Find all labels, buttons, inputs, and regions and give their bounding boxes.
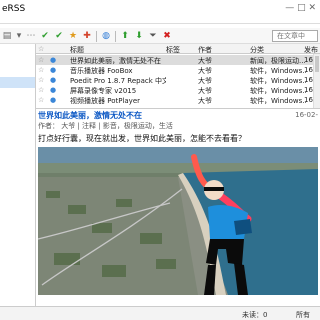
sidebar-item[interactable] <box>0 77 35 88</box>
article-view-title[interactable]: 世界如此美丽，激情无处不在 <box>38 110 142 121</box>
aerial-photo <box>38 147 318 295</box>
sidebar-item[interactable] <box>0 88 35 99</box>
article-title: 视频播放器 PotPlayer <box>70 97 141 105</box>
article-row[interactable]: ☆ ● 世界如此美丽，激情无处不在 大爷 新闻，极限运动... 16-02 <box>36 55 320 65</box>
down-icon[interactable]: ⬇ <box>134 31 144 41</box>
sidebar-item[interactable] <box>0 187 35 198</box>
feed-drop-icon: ● <box>50 86 57 94</box>
article-view: 世界如此美丽，激情无处不在 16-02- 作者： 大爷 | 注释 | 影音，极限… <box>36 108 320 306</box>
sidebar-item[interactable] <box>0 110 35 121</box>
article-list-header: ☆ 标题 标签 作者 分类 发布 <box>36 44 320 54</box>
star-outline-icon[interactable]: ☆ <box>38 76 44 84</box>
main-pane: ☆ 标题 标签 作者 分类 发布 ☆ ● 世界如此美丽，激情无处不在 大爷 新闻… <box>36 44 320 306</box>
column-header-tag[interactable]: 标签 <box>166 45 180 55</box>
search-input[interactable] <box>273 31 317 41</box>
mark-read-icon[interactable]: ✔ <box>40 31 50 41</box>
toolbar: ▤ ▾ ⋯ ✔ ✔ ★ ✚ ◍ ⬆ ⬇ ⏷ ✖ <box>0 28 320 44</box>
feed-sidebar <box>0 44 36 306</box>
sidebar-item[interactable] <box>0 132 35 143</box>
star-outline-icon[interactable]: ☆ <box>38 86 44 94</box>
filter-icon[interactable]: ▾ <box>14 31 24 41</box>
feed-drop-icon: ● <box>50 76 57 84</box>
article-row[interactable]: ☆ ● 视频播放器 PotPlayer 大爷 软件，Windows... 16-… <box>36 95 320 105</box>
window-controls[interactable]: — □ ✕ <box>285 3 316 13</box>
window-title: eRSS <box>2 4 26 14</box>
star-column-icon[interactable]: ☆ <box>38 45 44 53</box>
list-scrollbar-thumb[interactable] <box>315 56 319 72</box>
star-outline-icon[interactable]: ☆ <box>38 96 44 104</box>
sidebar-item[interactable] <box>0 165 35 176</box>
sidebar-item[interactable] <box>0 176 35 187</box>
star-outline-icon[interactable]: ☆ <box>38 56 44 64</box>
article-row[interactable]: ☆ ● 音乐播放器 FooBox 大爷 软件，Windows... 16-02 <box>36 65 320 75</box>
sidebar-item[interactable] <box>0 66 35 77</box>
sidebar-item[interactable] <box>0 121 35 132</box>
sidebar-item[interactable] <box>0 154 35 165</box>
feeds-icon[interactable]: ▤ <box>2 31 12 41</box>
sidebar-item[interactable] <box>0 55 35 66</box>
article-author: 大爷 <box>198 97 212 105</box>
list-scrollbar[interactable] <box>313 54 320 108</box>
sidebar-item[interactable] <box>0 44 35 55</box>
title-bar: eRSS — □ ✕ <box>0 0 320 24</box>
mark-all-read-icon[interactable]: ✔ <box>54 31 64 41</box>
column-header-author[interactable]: 作者 <box>198 45 212 55</box>
status-bar: 未读：0 所有 <box>0 306 320 320</box>
feed-drop-icon: ● <box>50 66 57 74</box>
article-view-body: 打点好行囊，现在就出发，世界如此美丽，怎能不去看看？ <box>38 134 246 143</box>
feed-drop-icon: ● <box>50 56 57 64</box>
article-row[interactable]: ☆ ● 屏幕录像专家 v2015 大爷 软件，Windows... 16-02 <box>36 85 320 95</box>
search-box[interactable] <box>272 30 318 42</box>
unread-count: 未读：0 <box>242 311 268 319</box>
sidebar-item[interactable] <box>0 99 35 110</box>
globe-icon[interactable]: ◍ <box>101 31 111 41</box>
filter-funnel-icon[interactable]: ⏷ <box>148 31 158 41</box>
article-image <box>38 147 318 295</box>
all-count: 所有 <box>296 311 310 319</box>
sidebar-toolbar: ▤ ▾ ⋯ <box>0 28 36 44</box>
article-view-date: 16-02- <box>295 111 318 119</box>
toolbar-separator <box>115 30 116 42</box>
sidebar-item[interactable] <box>0 209 35 220</box>
article-toolbar: ✔ ✔ ★ ✚ ◍ ⬆ ⬇ ⏷ ✖ <box>36 28 172 44</box>
delete-icon[interactable]: ✖ <box>162 31 172 41</box>
feed-drop-icon: ● <box>50 96 57 104</box>
share-icon[interactable]: ✚ <box>82 31 92 41</box>
star-icon[interactable]: ★ <box>68 31 78 41</box>
article-view-meta: 作者： 大爷 | 注释 | 影音，极限运动，生活 <box>38 122 173 130</box>
article-row[interactable]: ☆ ● Poedit Pro 1.8.7 Repack 中文... 大爷 软件，… <box>36 75 320 85</box>
column-header-category[interactable]: 分类 <box>250 45 306 55</box>
sidebar-item[interactable] <box>0 143 35 154</box>
article-category: 软件，Windows... <box>250 97 306 105</box>
up-icon[interactable]: ⬆ <box>120 31 130 41</box>
sidebar-item[interactable] <box>0 220 35 231</box>
star-outline-icon[interactable]: ☆ <box>38 66 44 74</box>
column-header-title[interactable]: 标题 <box>70 45 166 55</box>
sidebar-item[interactable] <box>0 198 35 209</box>
toolbar-separator <box>96 30 97 42</box>
collapse-icon[interactable]: ⋯ <box>26 31 36 41</box>
